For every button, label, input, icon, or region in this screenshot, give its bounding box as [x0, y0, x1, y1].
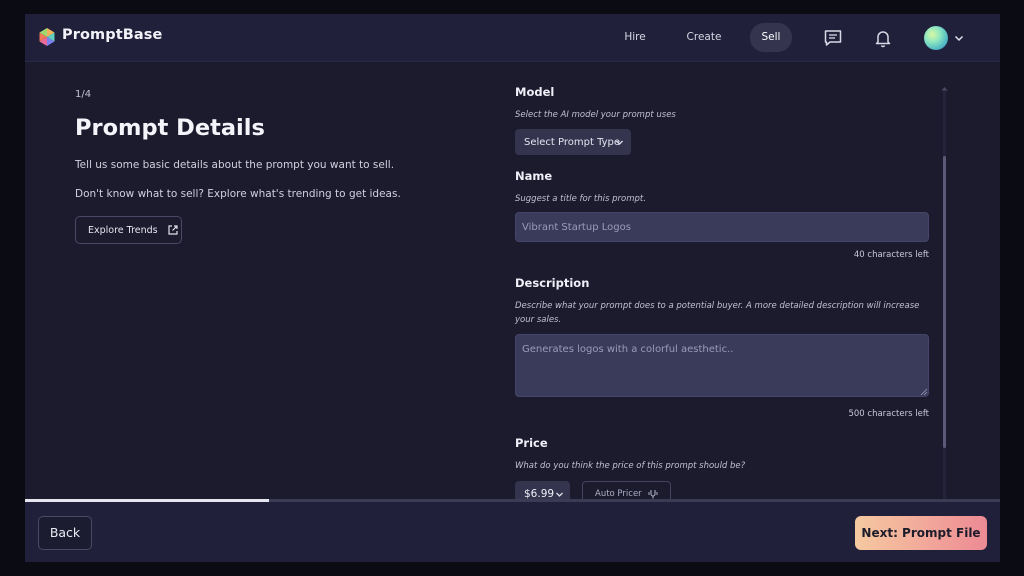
top-navbar: PromptBase Hire Create Sell — [25, 14, 1000, 62]
page-title: Prompt Details — [75, 115, 265, 141]
tuning-fork-icon — [648, 490, 658, 499]
footer-bar: Back Next: Prompt File — [25, 502, 1000, 562]
chevron-down-icon — [556, 492, 563, 497]
app-window: PromptBase Hire Create Sell 1/4 Prompt D… — [25, 14, 1000, 562]
back-button[interactable]: Back — [38, 516, 92, 550]
name-label: Name — [515, 169, 553, 183]
price-hint: What do you think the price of this prom… — [515, 461, 746, 471]
scroll-up-arrow-icon[interactable] — [941, 86, 948, 91]
description-label: Description — [515, 276, 590, 290]
promptbase-logo-icon[interactable] — [37, 27, 57, 47]
chat-icon[interactable] — [822, 27, 844, 49]
chevron-down-icon — [616, 140, 623, 145]
bell-icon[interactable] — [872, 27, 894, 49]
brand-name[interactable]: PromptBase — [62, 27, 162, 43]
next-prompt-file-button[interactable]: Next: Prompt File — [855, 516, 987, 550]
step-indicator: 1/4 — [75, 89, 92, 100]
form-scrollbar-thumb[interactable] — [943, 156, 946, 448]
trending-hint-text: Don't know what to sell? Explore what's … — [75, 188, 401, 200]
nav-hire[interactable]: Hire — [614, 23, 656, 52]
prompt-type-select[interactable]: Select Prompt Type — [515, 129, 631, 155]
description-hint: Describe what your prompt does to a pote… — [515, 301, 920, 325]
model-label: Model — [515, 85, 555, 99]
chevron-down-icon[interactable] — [953, 32, 965, 44]
name-char-counter: 40 characters left — [853, 250, 929, 260]
auto-pricer-label: Auto Pricer — [595, 489, 642, 499]
price-label: Price — [515, 436, 548, 450]
external-link-icon — [168, 225, 178, 235]
model-hint: Select the AI model your prompt uses — [515, 110, 676, 120]
nav-sell[interactable]: Sell — [750, 23, 792, 52]
explore-trends-button[interactable]: Explore Trends — [75, 216, 182, 244]
resize-grip-icon[interactable] — [920, 388, 928, 396]
name-hint: Suggest a title for this prompt. — [515, 194, 646, 204]
explore-trends-label: Explore Trends — [88, 224, 158, 236]
nav-create[interactable]: Create — [679, 23, 729, 52]
intro-text: Tell us some basic details about the pro… — [75, 159, 395, 171]
user-avatar[interactable] — [924, 26, 948, 50]
prompt-type-value: Select Prompt Type — [524, 136, 621, 148]
description-textarea[interactable]: Generates logos with a colorful aestheti… — [515, 334, 929, 397]
description-char-counter: 500 characters left — [848, 409, 929, 419]
name-input[interactable]: Vibrant Startup Logos — [515, 212, 929, 242]
